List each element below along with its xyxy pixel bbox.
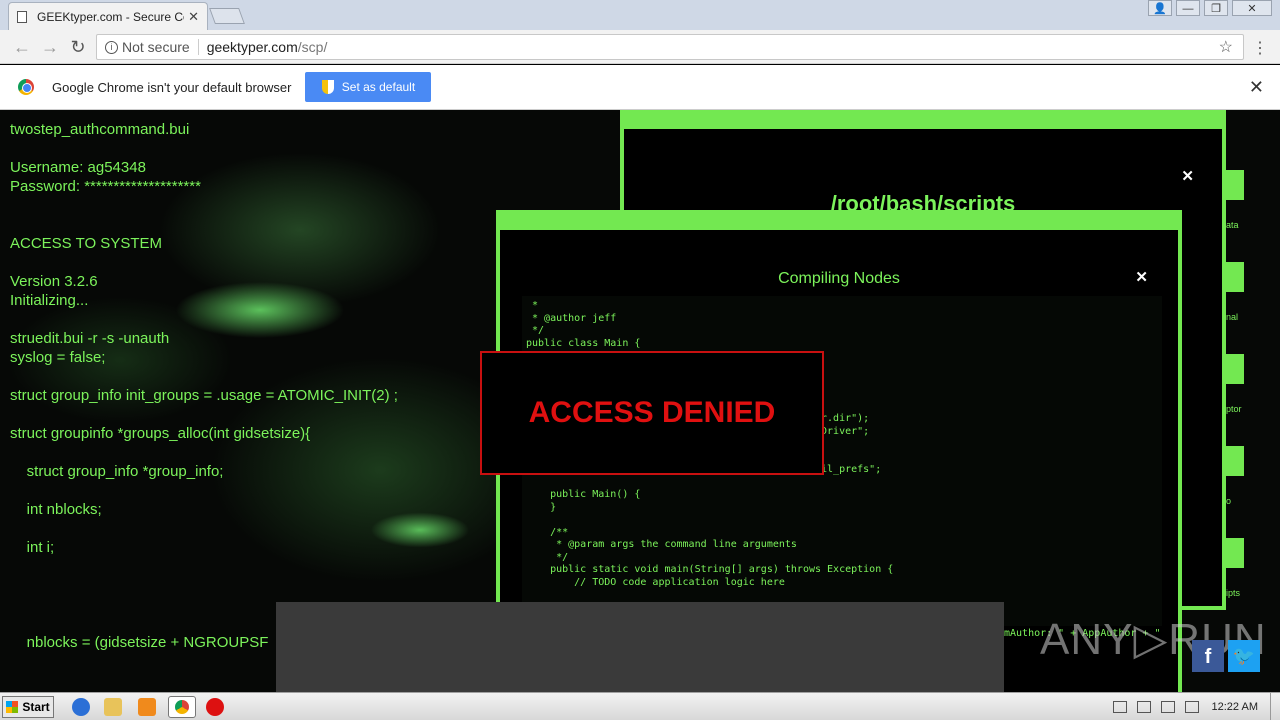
stop-icon[interactable]: [206, 698, 224, 716]
page-icon: [17, 10, 27, 23]
tab-strip: GEEKtyper.com - Secure Co ✕ 👤 — ❐ ✕: [0, 0, 1280, 30]
not-secure-label: Not secure: [122, 39, 190, 55]
browser-tab[interactable]: GEEKtyper.com - Secure Co ✕: [8, 2, 208, 30]
media-player-icon[interactable]: [138, 698, 156, 716]
restore-button[interactable]: ❐: [1204, 0, 1228, 16]
clock[interactable]: 12:22 AM: [1212, 701, 1258, 713]
divider: [197, 39, 199, 55]
start-label: Start: [22, 700, 50, 714]
hacker-page[interactable]: twostep_authcommand.bui Username: ag5434…: [0, 110, 1280, 692]
compiling-window-close-icon[interactable]: ✕: [1135, 268, 1148, 286]
infobar-message: Google Chrome isn't your default browser: [52, 79, 292, 95]
access-denied-alert: ACCESS DENIED: [480, 351, 824, 475]
reload-icon[interactable]: ↻: [68, 37, 88, 58]
side-tab[interactable]: [1226, 538, 1244, 568]
side-label: nal: [1226, 312, 1239, 322]
side-label: o: [1226, 496, 1232, 506]
side-tab[interactable]: [1226, 354, 1244, 384]
taskbar: Start 12:22 AM: [0, 692, 1280, 720]
terminal-line: twostep_authcommand.bui: [10, 121, 190, 138]
terminal-line: int nblocks;: [10, 501, 102, 518]
tray-expand-icon[interactable]: [1112, 701, 1127, 713]
terminal-line: Initializing...: [10, 292, 89, 309]
terminal-output: twostep_authcommand.bui Username: ag5434…: [10, 120, 398, 652]
forward-icon[interactable]: →: [40, 37, 60, 58]
overlay-panel: [276, 602, 1004, 692]
windows-logo-icon: [6, 701, 19, 713]
set-as-default-label: Set as default: [341, 80, 416, 94]
side-tab[interactable]: [1226, 262, 1244, 292]
terminal-line: struedit.bui -r -s -unauth: [10, 330, 170, 347]
terminal-line: struct group_info *group_info;: [10, 463, 224, 480]
chrome-menu-icon[interactable]: ⋮: [1252, 38, 1268, 58]
compiling-window-title: Compiling Nodes: [778, 270, 900, 287]
facebook-icon[interactable]: f: [1192, 640, 1224, 672]
url-path: /scp/: [297, 39, 328, 55]
back-icon[interactable]: ←: [12, 37, 32, 58]
scripts-window-close-icon[interactable]: ✕: [1181, 167, 1194, 185]
side-label: ptor: [1226, 404, 1242, 414]
new-tab-button[interactable]: [209, 8, 245, 24]
address-bar[interactable]: i Not secure geektyper.com /scp/ ☆: [96, 34, 1244, 60]
speaker-icon[interactable]: [1184, 701, 1199, 713]
network-icon[interactable]: [1160, 701, 1175, 713]
user-icon[interactable]: 👤: [1148, 0, 1172, 16]
info-icon[interactable]: i: [105, 40, 118, 54]
chrome-logo-icon: [18, 79, 34, 95]
window-controls: 👤 — ❐ ✕: [1148, 0, 1272, 18]
shield-icon: [321, 80, 334, 94]
folder-icon[interactable]: [104, 698, 122, 716]
browser-toolbar: ← → ↻ i Not secure geektyper.com /scp/ ☆…: [0, 30, 1280, 64]
chrome-taskbar-button[interactable]: [168, 696, 196, 718]
terminal-line: int i;: [10, 539, 55, 556]
chrome-icon: [175, 700, 189, 714]
terminal-line: Version 3.2.6: [10, 273, 98, 290]
infobar-close-icon[interactable]: ✕: [1249, 77, 1264, 98]
bookmark-star-icon[interactable]: ☆: [1219, 37, 1233, 57]
side-tab[interactable]: [1226, 170, 1244, 200]
side-label: ata: [1226, 220, 1239, 230]
tab-title: GEEKtyper.com - Secure Co: [37, 9, 185, 24]
default-browser-infobar: Google Chrome isn't your default browser…: [0, 65, 1280, 110]
twitter-icon[interactable]: 🐦: [1228, 640, 1260, 672]
tab-close-icon[interactable]: ✕: [188, 9, 199, 25]
side-label: ipts: [1226, 588, 1241, 598]
close-window-button[interactable]: ✕: [1232, 0, 1272, 16]
flag-icon[interactable]: [1136, 701, 1151, 713]
terminal-line: Password: ********************: [10, 178, 201, 195]
terminal-line: struct group_info init_groups = .usage =…: [10, 387, 398, 404]
side-tab[interactable]: [1226, 446, 1244, 476]
minimize-button[interactable]: —: [1176, 0, 1200, 16]
url-host: geektyper.com: [206, 39, 298, 55]
terminal-line: struct groupinfo *groups_alloc(int gidse…: [10, 425, 311, 442]
set-as-default-button[interactable]: Set as default: [305, 72, 432, 102]
terminal-line: ACCESS TO SYSTEM: [10, 235, 162, 252]
system-tray: 12:22 AM: [1108, 693, 1280, 720]
terminal-line: syslog = false;: [10, 349, 106, 366]
ie-icon[interactable]: [72, 698, 90, 716]
start-button[interactable]: Start: [2, 696, 54, 718]
terminal-line: Username: ag54348: [10, 159, 146, 176]
show-desktop-button[interactable]: [1270, 693, 1280, 720]
